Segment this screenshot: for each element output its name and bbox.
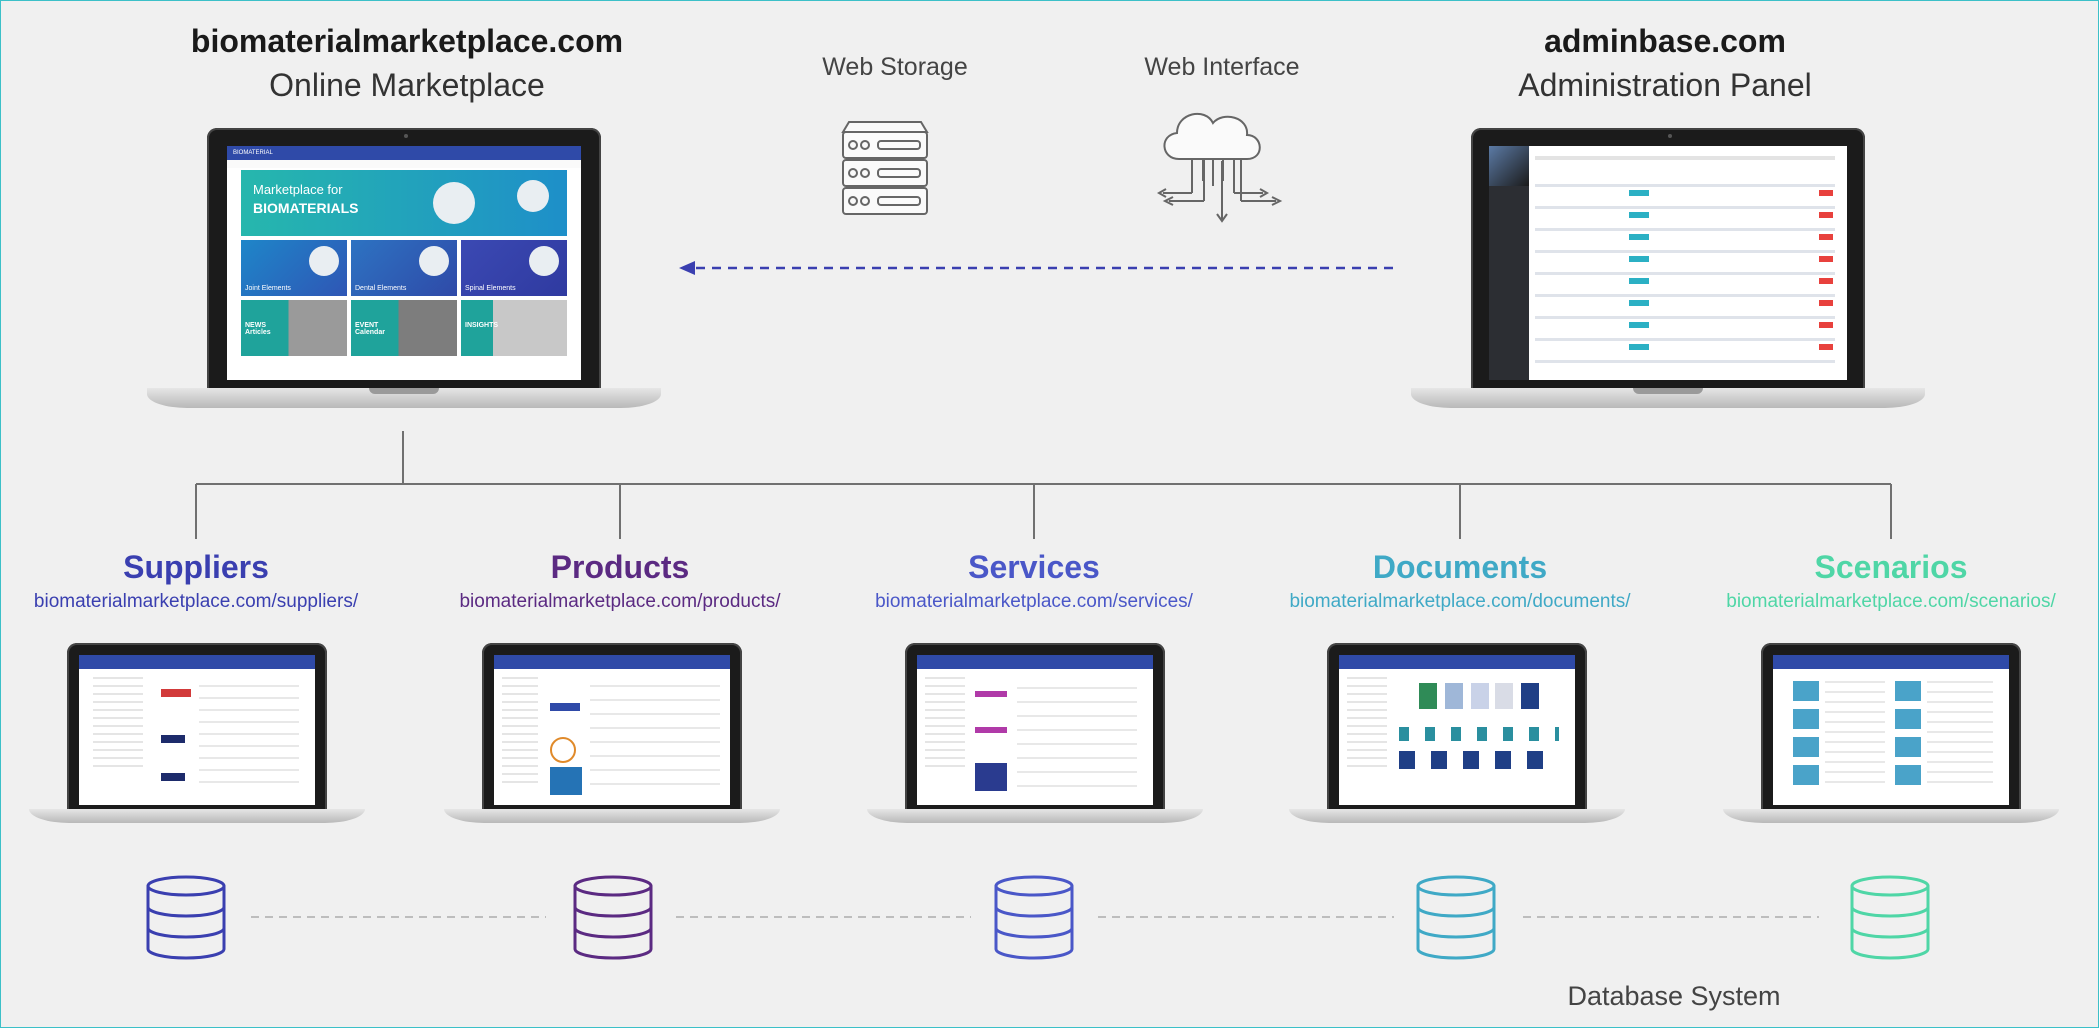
- laptop-icon: BIOMATERIAL Marketplace for BIOMATERIALS…: [147, 128, 661, 424]
- section-title-documents: Documents: [1372, 549, 1548, 585]
- section-url-documents[interactable]: biomaterialmarketplace.com/documents/: [1289, 591, 1630, 613]
- web-interface-label: Web Interface: [1144, 53, 1300, 81]
- cloud-interface-icon: [1156, 113, 1283, 223]
- laptop-icon: [1723, 643, 2059, 833]
- tile-joint: Joint Elements: [241, 240, 347, 296]
- arrow-head-icon: [679, 261, 695, 275]
- diagram-frame: biomaterialmarketplace.com Online Market…: [0, 0, 2099, 1028]
- database-icon: [994, 875, 1074, 960]
- section-url-products[interactable]: biomaterialmarketplace.com/products/: [459, 591, 780, 613]
- database-icon: [1850, 875, 1930, 960]
- marketplace-subtitle: Online Marketplace: [269, 67, 545, 103]
- products-screen: [494, 655, 730, 805]
- tile-spinal: Spinal Elements: [461, 240, 567, 296]
- section-title-scenarios: Scenarios: [1814, 549, 1968, 585]
- marketplace-domain: biomaterialmarketplace.com: [190, 23, 624, 59]
- laptop-icon: [1289, 643, 1625, 833]
- section-url-scenarios[interactable]: biomaterialmarketplace.com/scenarios/: [1726, 591, 2055, 613]
- admin-domain: adminbase.com: [1544, 23, 1786, 59]
- section-title-products: Products: [550, 549, 690, 585]
- tile-event: EVENT Calendar: [351, 300, 457, 356]
- admin-screen: [1489, 146, 1847, 380]
- database-icon: [1416, 875, 1496, 960]
- hero-line1: Marketplace for: [253, 182, 343, 197]
- web-storage-label: Web Storage: [822, 53, 968, 81]
- section-title-services: Services: [968, 549, 1100, 585]
- hero-banner: Marketplace for BIOMATERIALS: [241, 170, 567, 236]
- services-screen: [917, 655, 1153, 805]
- database-icon: [146, 875, 226, 960]
- admin-subtitle: Administration Panel: [1518, 67, 1812, 103]
- marketplace-screen: BIOMATERIAL Marketplace for BIOMATERIALS…: [227, 146, 581, 380]
- tile-dental: Dental Elements: [351, 240, 457, 296]
- laptop-icon: [444, 643, 780, 833]
- documents-screen: [1339, 655, 1575, 805]
- server-icon: [841, 121, 929, 215]
- section-url-services[interactable]: biomaterialmarketplace.com/services/: [875, 591, 1193, 613]
- laptop-icon: [1411, 128, 1925, 424]
- laptop-icon: [29, 643, 365, 833]
- suppliers-screen: [79, 655, 315, 805]
- scenarios-screen: [1773, 655, 2009, 805]
- tile-insights: INSIGHTS: [461, 300, 567, 356]
- hero-line2: BIOMATERIALS: [253, 200, 359, 216]
- section-title-suppliers: Suppliers: [123, 549, 269, 585]
- tile-news: NEWS Articles: [241, 300, 347, 356]
- database-icon: [573, 875, 653, 960]
- screen-brand: BIOMATERIAL: [227, 146, 581, 160]
- laptop-icon: [867, 643, 1203, 833]
- database-system-label: Database System: [1567, 981, 1781, 1011]
- section-url-suppliers[interactable]: biomaterialmarketplace.com/suppliers/: [34, 591, 358, 613]
